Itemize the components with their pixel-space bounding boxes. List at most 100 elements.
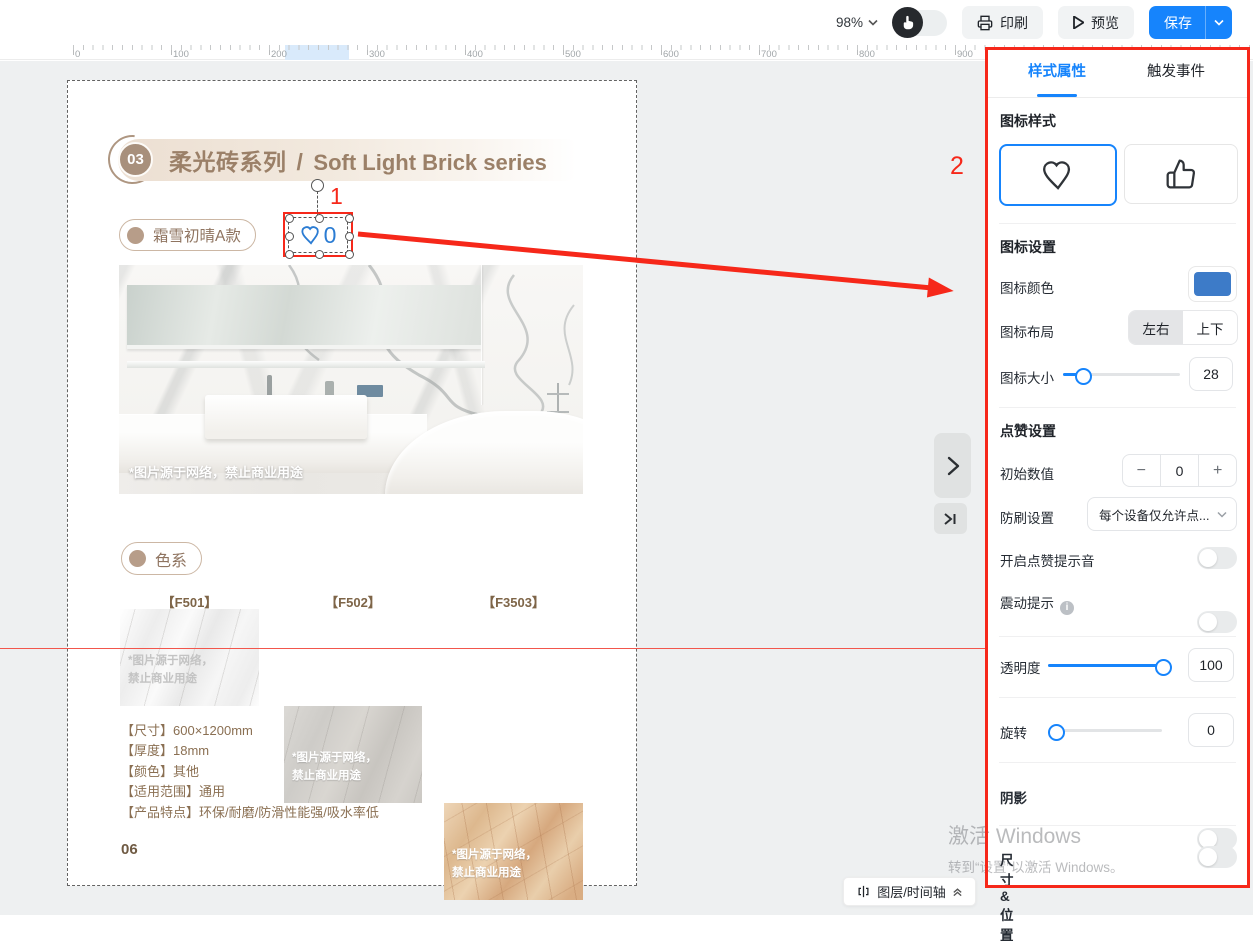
print-button[interactable]: 印刷 <box>962 6 1043 39</box>
swatch-label: 【F502】 <box>284 592 422 611</box>
towel-rack-rung <box>547 393 569 395</box>
layout-option-horizontal[interactable]: 左右 <box>1129 311 1183 344</box>
layers-timeline-label: 图层/时间轴 <box>877 882 946 901</box>
section-title-cn: 柔光砖系列 <box>169 143 287 177</box>
selection-handle[interactable] <box>285 214 294 223</box>
ruler-label: 100 <box>173 49 189 60</box>
icon-color-picker[interactable] <box>1188 266 1237 302</box>
icon-option-heart[interactable] <box>999 144 1117 206</box>
anti-spam-select[interactable]: 每个设备仅允许点... <box>1087 497 1237 531</box>
design-page[interactable]: 柔光砖系列 / Soft Light Brick series 03 霜雪初晴A… <box>67 80 637 886</box>
icon-layout-label: 图标布局 <box>1000 321 1054 341</box>
icon-size-slider-knob[interactable] <box>1075 368 1092 385</box>
initial-value-stepper: − 0 + <box>1122 454 1237 487</box>
color-section-label: 色系 <box>155 547 187 571</box>
annotation-step-1: 1 <box>330 183 343 210</box>
spec-line: 【适用范围】通用 <box>121 782 379 802</box>
bathroom-image[interactable]: *图片源于网络，禁止商业用途 <box>119 265 583 494</box>
selection-handle[interactable] <box>345 214 354 223</box>
image-watermark: *图片源于网络，禁止商业用途 <box>129 462 303 481</box>
heart-icon <box>1040 159 1076 191</box>
icon-size-label: 图标大小 <box>1000 367 1054 387</box>
divider <box>999 762 1236 763</box>
icon-size-input[interactable]: 28 <box>1189 357 1233 391</box>
opacity-input[interactable]: 100 <box>1188 648 1234 682</box>
collapse-up-icon <box>952 886 963 897</box>
decrement-button[interactable]: − <box>1123 455 1160 486</box>
heart-icon <box>300 225 322 245</box>
color-section-pill[interactable]: 色系 <box>121 542 202 575</box>
rotate-input[interactable]: 0 <box>1188 713 1234 747</box>
product-specs[interactable]: 【尺寸】600×1200mm【厚度】18mm【颜色】其他【适用范围】通用【产品特… <box>121 721 379 823</box>
preview-button[interactable]: 预览 <box>1058 6 1134 39</box>
spec-line: 【尺寸】600×1200mm <box>121 721 379 741</box>
divider <box>999 407 1236 408</box>
chevron-down-icon <box>1214 19 1224 26</box>
print-label: 印刷 <box>1000 13 1028 33</box>
zoom-level-control[interactable]: 98% <box>836 15 878 30</box>
editor-window: 98% 印刷 预览 保存 0 100 200 300 <box>0 0 1253 915</box>
initial-value-label: 初始数值 <box>1000 463 1054 483</box>
ruler-label: 800 <box>859 49 875 60</box>
rotate-handle[interactable] <box>311 179 324 192</box>
swatch-watermark: 禁止商业用途 <box>128 671 213 689</box>
icon-option-thumbs-up[interactable] <box>1124 144 1238 204</box>
divider <box>999 636 1236 637</box>
section-title[interactable]: 柔光砖系列 / Soft Light Brick series <box>118 139 586 181</box>
thumbs-up-icon <box>1165 158 1197 190</box>
swatch-watermark: *图片源于网络， <box>128 653 213 671</box>
selection-handle[interactable] <box>285 250 294 259</box>
product-name-pill[interactable]: 霜雪初晴A款 <box>119 219 256 251</box>
printer-icon <box>977 15 993 31</box>
tab-trigger-events[interactable]: 触发事件 <box>1147 60 1205 81</box>
ruler-label: 700 <box>761 49 777 60</box>
save-button-group: 保存 <box>1149 6 1232 39</box>
save-button[interactable]: 保存 <box>1149 13 1205 33</box>
swatch-watermark: *图片源于网络， <box>452 847 537 865</box>
product-name-label: 霜雪初晴A款 <box>153 224 241 246</box>
selection-handle[interactable] <box>285 232 294 241</box>
divider <box>999 697 1236 698</box>
icon-color-value <box>1194 272 1231 296</box>
vibrate-toggle[interactable] <box>1197 611 1237 633</box>
touch-effect-toggle[interactable] <box>893 10 947 36</box>
ruler-label: 400 <box>467 49 483 60</box>
layers-timeline-button[interactable]: 图层/时间轴 <box>843 877 976 906</box>
icon-layout-segmented: 左右 上下 <box>1128 310 1238 345</box>
rotate-label: 旋转 <box>1000 722 1027 742</box>
opacity-slider-knob[interactable] <box>1155 659 1172 676</box>
like-sound-toggle[interactable] <box>1197 547 1237 569</box>
spec-line: 【产品特点】环保/耐磨/防滑性能强/吸水率低 <box>121 803 379 823</box>
ruler-label: 600 <box>663 49 679 60</box>
last-page-button[interactable] <box>934 503 967 534</box>
ruler-label: 200 <box>271 49 287 60</box>
next-page-button[interactable] <box>934 433 971 498</box>
chevron-down-icon <box>1217 511 1227 518</box>
layout-option-vertical[interactable]: 上下 <box>1183 311 1237 344</box>
section-number-badge: 03 <box>118 142 153 177</box>
swatch-label: 【F3503】 <box>444 592 583 611</box>
selection-handle[interactable] <box>315 214 324 223</box>
page-number: 06 <box>121 841 138 858</box>
selection-handle[interactable] <box>345 250 354 259</box>
swatch-image-f3503[interactable]: *图片源于网络，禁止商业用途 <box>444 803 583 900</box>
size-position-toggle[interactable] <box>1197 846 1237 868</box>
selection-handle[interactable] <box>315 250 324 259</box>
chevron-right-icon <box>945 455 961 477</box>
selection-handle[interactable] <box>345 232 354 241</box>
rotate-slider[interactable] <box>1048 729 1162 732</box>
save-dropdown-button[interactable] <box>1206 19 1232 26</box>
ruler-label: 0 <box>75 49 80 60</box>
pill-dot-icon <box>127 227 144 244</box>
initial-value-input[interactable]: 0 <box>1160 455 1200 486</box>
increment-button[interactable]: + <box>1199 455 1236 486</box>
swatch-image-f501[interactable]: *图片源于网络，禁止商业用途 <box>120 609 259 706</box>
wall-seam <box>481 265 482 405</box>
annotation-step-2: 2 <box>950 152 964 181</box>
spec-line: 【颜色】其他 <box>121 762 379 782</box>
spec-line: 【厚度】18mm <box>121 741 379 761</box>
tab-style-properties[interactable]: 样式属性 <box>1028 60 1086 81</box>
rotate-slider-knob[interactable] <box>1048 724 1065 741</box>
info-icon: i <box>1060 601 1074 615</box>
zoom-level-value: 98% <box>836 15 863 30</box>
